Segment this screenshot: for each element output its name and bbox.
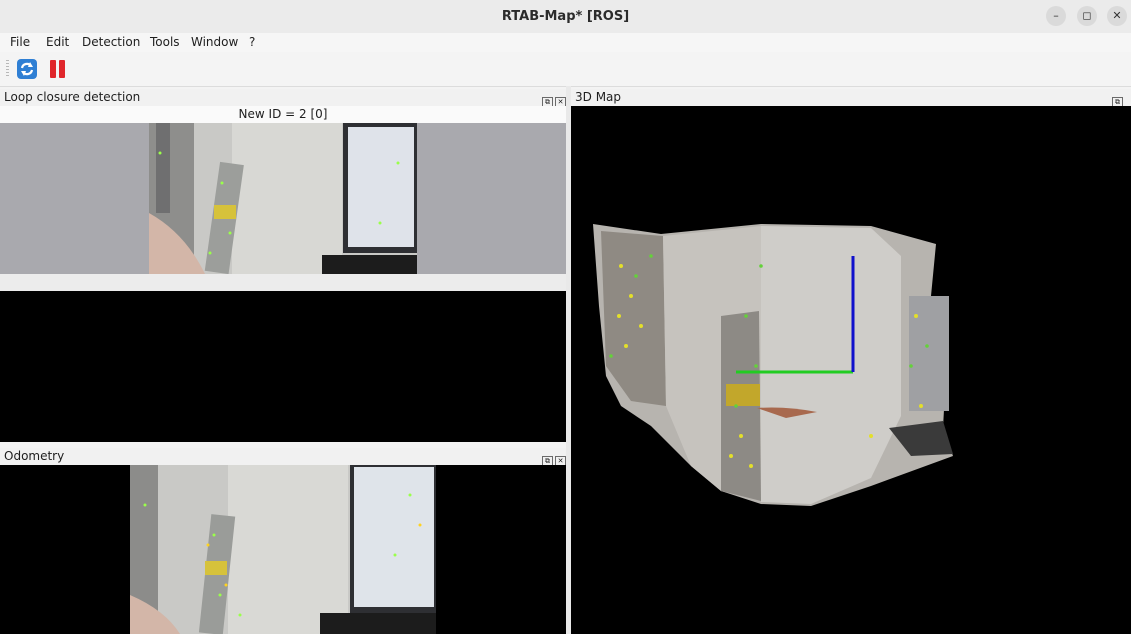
menu-detection[interactable]: Detection (82, 35, 140, 49)
odometry-image-view[interactable] (0, 465, 566, 634)
window-title: RTAB-Map* [ROS] (501, 9, 630, 24)
new-id-label: New ID = 2 [0] (238, 107, 328, 121)
odometry-title: Odometry (4, 449, 65, 463)
maximize-button[interactable]: ◻ (1077, 6, 1097, 26)
map3d-view[interactable] (571, 106, 1131, 634)
loop-closure-image-view[interactable] (0, 123, 566, 274)
odometry-dock-title[interactable]: Odometry ⧉ ✕ (0, 448, 566, 467)
loop-closure-dock-title[interactable]: Loop closure detection ⧉ ✕ (0, 89, 566, 108)
menu-window[interactable]: Window (191, 35, 238, 49)
loop-closure-dock-buttons: ⧉ ✕ (540, 92, 566, 108)
loop-closure-separator (0, 274, 566, 291)
refresh-icon (17, 59, 37, 79)
minimize-button[interactable]: – (1046, 6, 1066, 26)
toolbar (0, 52, 1131, 87)
close-button[interactable]: ✕ (1107, 6, 1127, 26)
menu-file[interactable]: File (10, 35, 30, 49)
menu-edit[interactable]: Edit (46, 35, 69, 49)
toolbar-grip[interactable] (6, 60, 9, 78)
menu-help[interactable]: ? (249, 35, 255, 49)
pause-icon (50, 60, 65, 78)
odometry-dock-buttons: ⧉ ✕ (540, 451, 566, 467)
map3d-dock-title[interactable]: 3D Map ⧉✕ (571, 89, 1131, 125)
map3d-title: 3D Map (575, 90, 622, 104)
menu-bar: File Edit Detection Tools Window ? (0, 33, 1131, 52)
map3d-point-cloud (593, 224, 953, 506)
loop-closure-image (0, 123, 566, 274)
refresh-button[interactable] (16, 58, 38, 80)
loop-closure-header: New ID = 2 [0] (0, 106, 566, 123)
window-titlebar[interactable]: RTAB-Map* [ROS] – ◻ ✕ (0, 0, 1131, 34)
odometry-image (130, 465, 436, 634)
loop-closure-match-view[interactable] (0, 291, 566, 442)
loop-closure-title: Loop closure detection (4, 90, 141, 104)
map3d-dock-buttons: ⧉✕ (1110, 92, 1131, 125)
pause-button[interactable] (47, 58, 69, 80)
menu-tools[interactable]: Tools (150, 35, 180, 49)
